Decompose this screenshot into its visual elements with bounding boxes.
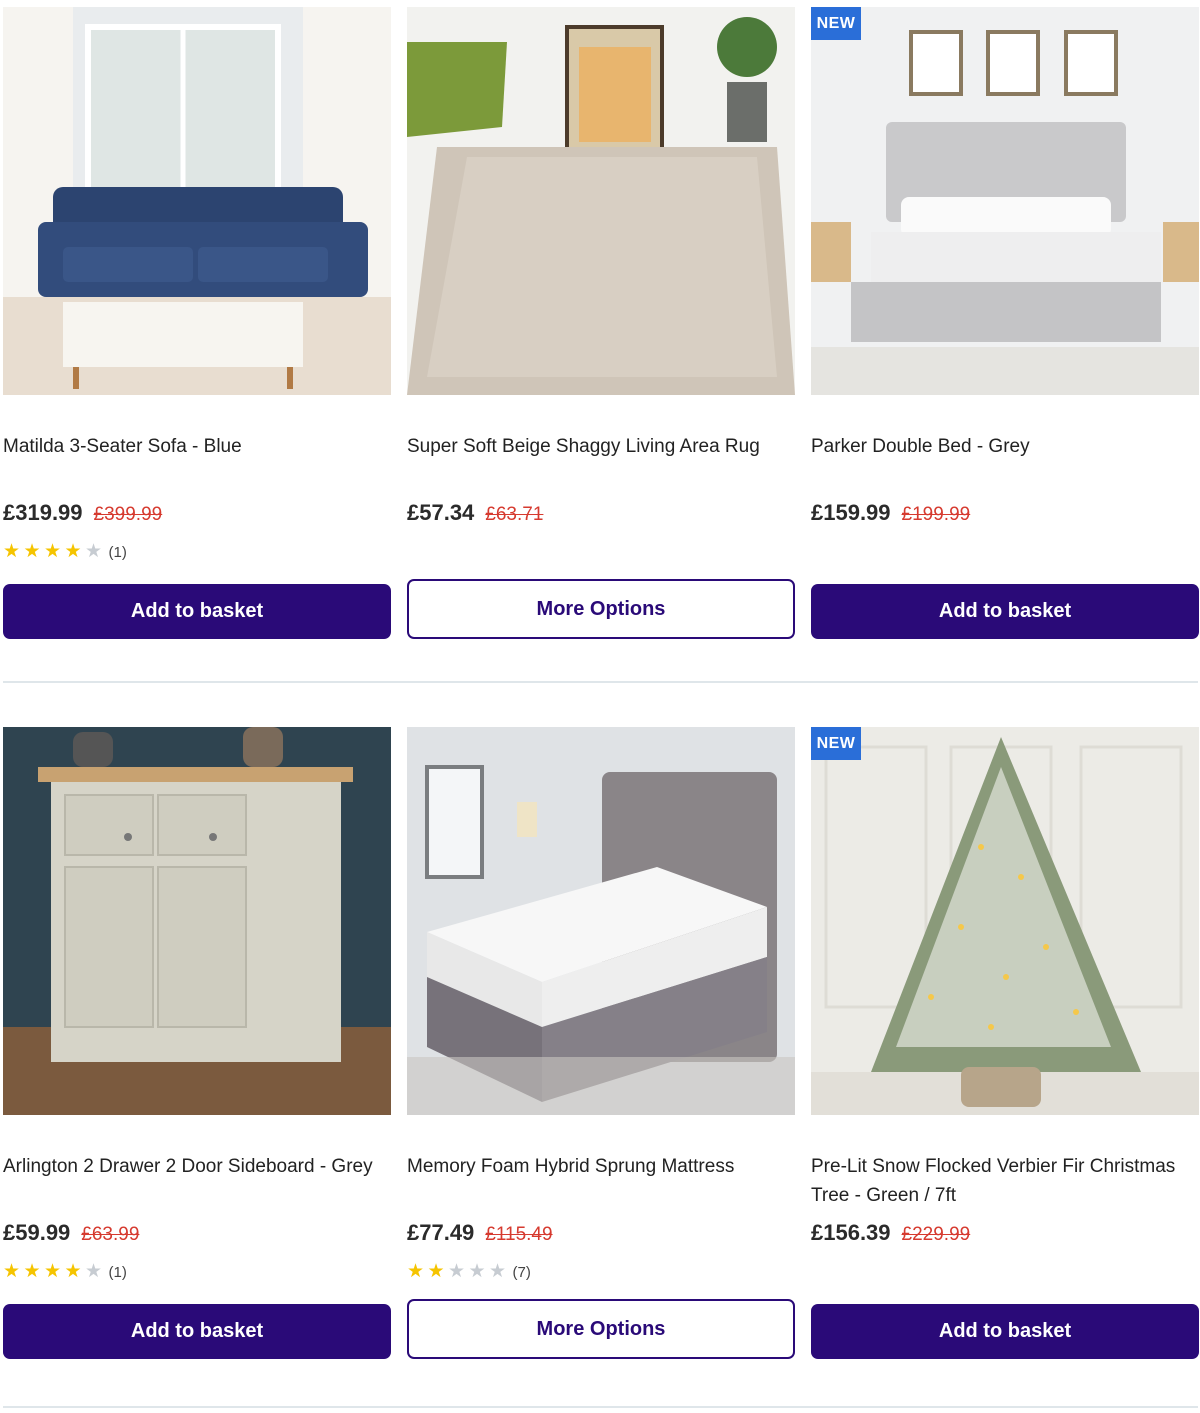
current-price: £319.99 — [3, 500, 83, 525]
star-icon: ★ — [44, 1261, 62, 1282]
star-icon: ★ — [427, 1261, 445, 1282]
add-to-basket-button[interactable]: Add to basket — [811, 584, 1199, 639]
product-card-sideboard: Arlington 2 Drawer 2 Door Sideboard - Gr… — [3, 727, 391, 1387]
price-block: £57.34 £63.71 — [407, 500, 543, 530]
new-badge: NEW — [811, 727, 861, 760]
add-to-basket-button[interactable]: Add to basket — [3, 584, 391, 639]
current-price: £59.99 — [3, 1220, 71, 1245]
product-image-sofa[interactable] — [3, 7, 391, 395]
star-icon: ★ — [23, 541, 41, 562]
new-badge: NEW — [811, 7, 861, 40]
star-icon: ★ — [448, 1261, 466, 1282]
original-price: £115.49 — [485, 1224, 553, 1245]
star-icon: ★ — [85, 541, 103, 562]
price-block: £319.99 £399.99 — [3, 500, 162, 530]
product-card-christmas-tree: NEW Pre-Lit Snow Flocked Verbier Fir Chr… — [811, 727, 1199, 1387]
star-icon: ★ — [489, 1261, 507, 1282]
original-price: £229.99 — [901, 1224, 971, 1245]
star-rating[interactable]: ★ ★ ★ ★ ★ (1) — [3, 542, 127, 562]
more-options-button[interactable]: More Options — [407, 579, 795, 639]
original-price: £63.99 — [81, 1224, 140, 1245]
current-price: £156.39 — [811, 1220, 891, 1245]
star-icon: ★ — [64, 1261, 82, 1282]
product-image-bed[interactable]: NEW — [811, 7, 1199, 395]
review-count: (1) — [108, 543, 127, 561]
product-card-sofa: Matilda 3-Seater Sofa - Blue £319.99 £39… — [3, 7, 391, 667]
current-price: £159.99 — [811, 500, 891, 525]
star-icon: ★ — [44, 541, 62, 562]
product-image-rug[interactable] — [407, 7, 795, 395]
row-divider — [3, 681, 1198, 683]
price-block: £159.99 £199.99 — [811, 500, 970, 530]
product-title[interactable]: Parker Double Bed - Grey — [811, 432, 1196, 461]
price-block: £156.39 £229.99 — [811, 1220, 970, 1250]
star-icon: ★ — [3, 1261, 21, 1282]
original-price: £399.99 — [93, 504, 163, 525]
product-row-2: Arlington 2 Drawer 2 Door Sideboard - Gr… — [0, 727, 1200, 1407]
star-rating[interactable]: ★ ★ ★ ★ ★ (1) — [3, 1262, 127, 1282]
price-block: £77.49 £115.49 — [407, 1220, 553, 1250]
star-rating[interactable]: ★ ★ ★ ★ ★ (7) — [407, 1262, 531, 1282]
product-title[interactable]: Matilda 3-Seater Sofa - Blue — [3, 432, 388, 461]
product-card-mattress: Memory Foam Hybrid Sprung Mattress £77.4… — [407, 727, 795, 1387]
product-image-mattress[interactable] — [407, 727, 795, 1115]
review-count: (7) — [512, 1263, 531, 1281]
add-to-basket-button[interactable]: Add to basket — [811, 1304, 1199, 1359]
original-price: £63.71 — [485, 504, 544, 525]
product-title[interactable]: Super Soft Beige Shaggy Living Area Rug — [407, 432, 792, 461]
product-card-bed: NEW Parker Double Bed - Grey £159.99 £19… — [811, 7, 1199, 667]
product-image-christmas-tree[interactable]: NEW — [811, 727, 1199, 1115]
add-to-basket-button[interactable]: Add to basket — [3, 1304, 391, 1359]
current-price: £57.34 — [407, 500, 475, 525]
product-image-sideboard[interactable] — [3, 727, 391, 1115]
product-title[interactable]: Pre-Lit Snow Flocked Verbier Fir Christm… — [811, 1152, 1196, 1210]
product-card-rug: Super Soft Beige Shaggy Living Area Rug … — [407, 7, 795, 667]
star-icon: ★ — [64, 541, 82, 562]
product-title[interactable]: Memory Foam Hybrid Sprung Mattress — [407, 1152, 792, 1181]
star-icon: ★ — [468, 1261, 486, 1282]
star-icon: ★ — [3, 541, 21, 562]
star-icon: ★ — [23, 1261, 41, 1282]
price-block: £59.99 £63.99 — [3, 1220, 139, 1250]
row-divider — [3, 1406, 1198, 1408]
star-icon: ★ — [85, 1261, 103, 1282]
star-icon: ★ — [407, 1261, 425, 1282]
current-price: £77.49 — [407, 1220, 475, 1245]
review-count: (1) — [108, 1263, 127, 1281]
original-price: £199.99 — [901, 504, 971, 525]
product-row-1: Matilda 3-Seater Sofa - Blue £319.99 £39… — [0, 7, 1200, 687]
product-title[interactable]: Arlington 2 Drawer 2 Door Sideboard - Gr… — [3, 1152, 388, 1181]
more-options-button[interactable]: More Options — [407, 1299, 795, 1359]
